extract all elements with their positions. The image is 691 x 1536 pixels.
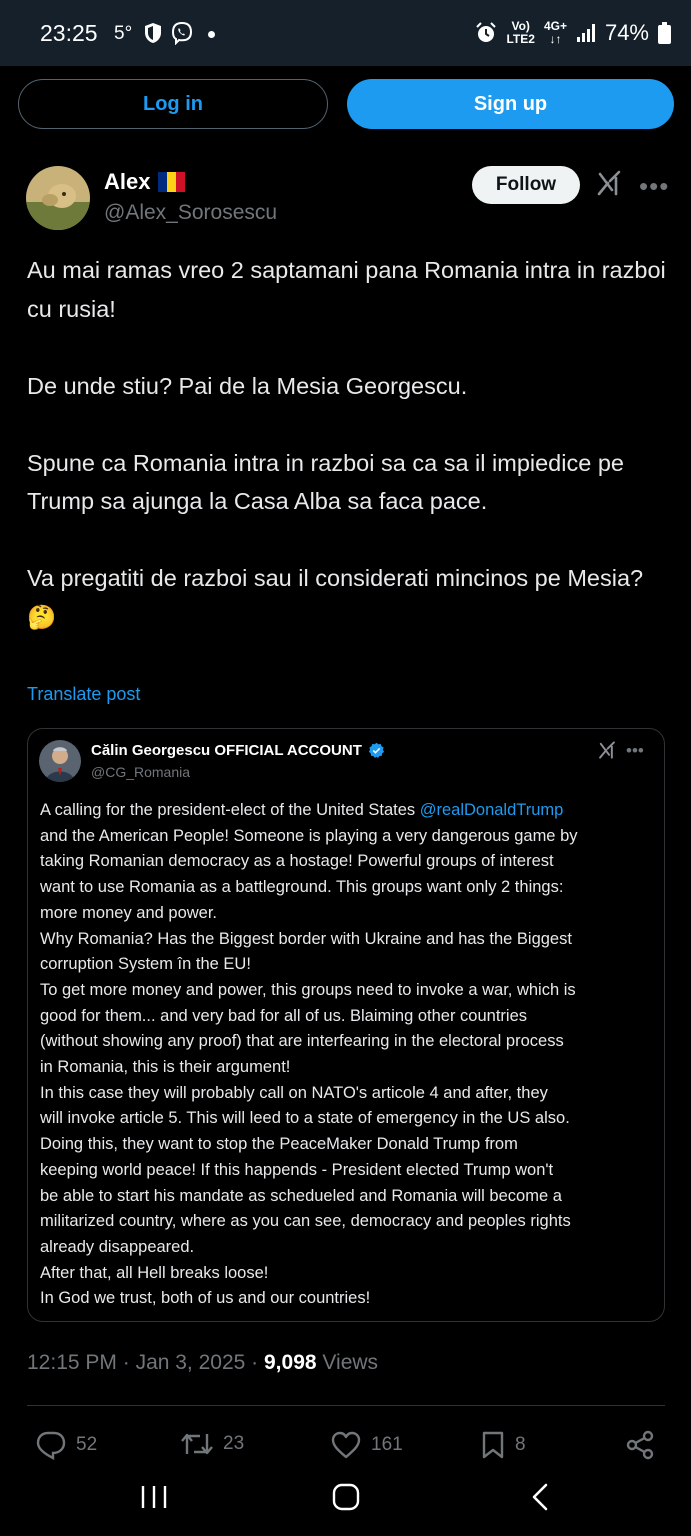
quoted-line: militarized country, where as you can se… [40, 1212, 571, 1231]
bookmark-count: 8 [515, 1434, 526, 1455]
quoted-line: Why Romania? Has the Biggest border with… [40, 929, 572, 948]
views-label: Views [316, 1351, 379, 1374]
quoted-line: will invoke article 5. This will leed to… [40, 1109, 570, 1128]
reply-icon [36, 1431, 66, 1460]
quoted-line: be able to start his mandate as scheduel… [40, 1186, 562, 1205]
quoted-author-name: Călin Georgescu OFFICIAL ACCOUNT [91, 742, 362, 759]
tweet-paragraph: De unde stiu? Pai de la Mesia Georgescu. [27, 372, 468, 399]
quoted-line: good for them... and very bad for all of… [40, 1006, 528, 1025]
repost-button[interactable]: 23 [180, 1430, 244, 1458]
viber-icon [171, 21, 193, 45]
quoted-line: want to use Romania as a battleground. T… [40, 878, 564, 897]
author-avatar[interactable] [26, 166, 90, 230]
repost-icon [181, 1433, 213, 1455]
tweet-text: Au mai ramas vreo 2 saptamani pana Roman… [27, 251, 672, 636]
repost-count: 23 [223, 1433, 245, 1454]
follow-button[interactable]: Follow [472, 166, 580, 204]
status-temperature: 5° [114, 23, 133, 44]
tweet-paragraph: Va pregatiti de razboi sau il considerat… [27, 565, 644, 630]
quoted-line: and the American People! Someone is play… [40, 826, 578, 845]
shield-icon [145, 23, 161, 43]
tweet-time[interactable]: 12:15 PM [27, 1351, 117, 1374]
quoted-line: more money and power. [40, 903, 218, 922]
battery-percent: 74% [604, 20, 649, 45]
network-indicator: 4G+ ↓↑ [543, 19, 567, 46]
quoted-line: In this case they will probably call on … [40, 1083, 548, 1102]
tweet-paragraph: Au mai ramas vreo 2 saptamani pana Roman… [27, 257, 666, 322]
quoted-line: keeping world peace! If this happends - … [40, 1160, 554, 1179]
romania-flag-icon [158, 172, 186, 192]
like-button[interactable]: 161 [330, 1430, 403, 1460]
alarm-icon [476, 22, 497, 42]
volte-indicator: Vo) LTE2 [506, 19, 535, 46]
quoted-grok-icon [599, 741, 615, 759]
quoted-line: To get more money and power, this groups… [40, 980, 576, 999]
more-options-icon[interactable]: ••• [639, 171, 669, 202]
mention-link[interactable]: @realDonaldTrump [420, 801, 564, 819]
translate-post-link[interactable]: Translate post [27, 684, 140, 705]
share-icon[interactable] [624, 1430, 656, 1460]
bookmark-icon [482, 1431, 504, 1459]
home-icon[interactable] [331, 1482, 361, 1512]
grok-icon[interactable] [596, 170, 622, 196]
tweet-paragraph: Spune ca Romania intra in razboi sa ca s… [27, 449, 624, 515]
quoted-more-icon: ••• [626, 741, 644, 760]
quoted-author-avatar [39, 740, 81, 782]
quoted-line: Doing this, they want to stop the PeaceM… [40, 1135, 518, 1154]
like-count: 161 [371, 1434, 403, 1455]
quoted-author-row: Călin Georgescu OFFICIAL ACCOUNT [91, 742, 385, 759]
views-count: 9,098 [264, 1351, 317, 1374]
status-time: 23:25 [40, 20, 98, 46]
reply-count: 52 [76, 1434, 98, 1455]
author-name[interactable]: Alex [104, 169, 150, 195]
quoted-author-handle: @CG_Romania [91, 764, 191, 780]
back-icon[interactable] [528, 1482, 554, 1512]
verified-badge-icon [368, 742, 384, 759]
notification-dot-icon [208, 31, 215, 38]
heart-icon [331, 1431, 361, 1459]
author-handle[interactable]: @Alex_Sorosescu [104, 201, 277, 225]
quoted-line: already disappeared. [40, 1237, 195, 1256]
signup-button[interactable]: Sign up [347, 79, 674, 129]
divider [27, 1405, 665, 1406]
signal-icon [576, 24, 595, 42]
bookmark-button[interactable]: 8 [480, 1430, 526, 1460]
tweet-date[interactable]: Jan 3, 2025 [136, 1351, 246, 1374]
quoted-tweet-text: A calling for the president-elect of the… [40, 798, 650, 1312]
tweet-meta: 12:15 PM · Jan 3, 2025 · 9,098 Views [27, 1351, 379, 1374]
quoted-line: in Romania, this is their argument! [40, 1058, 291, 1077]
quoted-line: corruption System în the EU! [40, 955, 251, 974]
login-button[interactable]: Log in [18, 79, 328, 129]
recent-apps-icon[interactable] [139, 1484, 169, 1510]
quoted-line: taking Romanian democracy as a hostage! … [40, 852, 554, 871]
quoted-line: A calling for the president-elect of the… [40, 801, 564, 819]
quoted-line: In God we trust, both of us and our coun… [40, 1289, 371, 1308]
reply-button[interactable]: 52 [35, 1430, 97, 1460]
status-right: Vo) LTE2 4G+ ↓↑ 74% [475, 20, 671, 46]
battery-icon [658, 22, 671, 44]
author-name-row[interactable]: Alex [104, 169, 186, 195]
quoted-line: (without showing any proof) that are int… [40, 1032, 564, 1051]
quoted-line: After that, all Hell breaks loose! [40, 1263, 269, 1282]
